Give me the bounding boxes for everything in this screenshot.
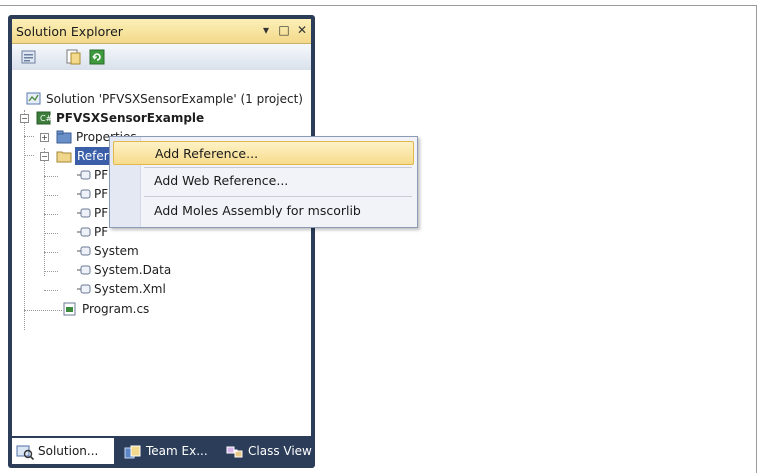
project-label: PFVSXSensorExample bbox=[56, 111, 205, 125]
references-label: Refer bbox=[75, 147, 111, 165]
properties-icon[interactable] bbox=[20, 48, 38, 66]
class-view-icon bbox=[226, 443, 244, 459]
menu-item-label: Add Moles Assembly for mscorlib bbox=[154, 203, 361, 218]
assembly-reference-icon bbox=[76, 282, 92, 296]
reference-label: PF bbox=[94, 206, 109, 220]
menu-item-add-reference[interactable]: Add Reference... bbox=[113, 141, 414, 165]
team-explorer-icon bbox=[124, 443, 142, 459]
csharp-project-icon: C# bbox=[36, 111, 53, 125]
solution-tree: Solution 'PFVSXSensorExample' (1 project… bbox=[12, 70, 311, 436]
reference-label: PF bbox=[94, 187, 109, 201]
tree-connector bbox=[24, 110, 25, 330]
tab-class-view[interactable]: Class View bbox=[222, 438, 312, 464]
solution-label: Solution 'PFVSXSensorExample' (1 project… bbox=[46, 92, 303, 106]
tab-solution-explorer[interactable]: Solution... bbox=[12, 438, 114, 464]
tree-node-solution[interactable]: Solution 'PFVSXSensorExample' (1 project… bbox=[26, 90, 306, 108]
assembly-reference-icon bbox=[76, 225, 92, 239]
context-menu: Add Reference... Add Web Reference... Ad… bbox=[109, 136, 418, 228]
menu-item-add-moles-assembly[interactable]: Add Moles Assembly for mscorlib bbox=[113, 199, 414, 223]
tree-connector bbox=[44, 233, 58, 234]
tree-node-project[interactable]: C# PFVSXSensorExample bbox=[36, 109, 296, 127]
tree-connector bbox=[24, 136, 34, 137]
reference-label: PF bbox=[94, 225, 109, 239]
assembly-reference-icon bbox=[76, 263, 92, 277]
menu-separator bbox=[144, 196, 412, 197]
menu-item-label: Add Web Reference... bbox=[154, 173, 289, 188]
menu-separator bbox=[144, 167, 412, 168]
frame-top-border bbox=[0, 5, 757, 6]
maximize-icon[interactable]: □ bbox=[276, 22, 292, 38]
tree-node-program[interactable]: Program.cs bbox=[62, 300, 202, 318]
expand-properties-icon[interactable]: + bbox=[40, 133, 49, 142]
close-icon[interactable]: ✕ bbox=[294, 22, 310, 38]
reference-label: System.Xml bbox=[94, 282, 166, 296]
tab-label: Team Ex... bbox=[146, 444, 208, 458]
solution-explorer-panel: Solution Explorer ▾ □ ✕ Solution 'PFVSXS… bbox=[8, 15, 315, 468]
assembly-reference-icon bbox=[76, 206, 92, 220]
references-folder-icon bbox=[56, 149, 72, 163]
panel-toolbar bbox=[12, 44, 311, 70]
reference-label: PF bbox=[94, 168, 109, 182]
assembly-reference-icon bbox=[76, 244, 92, 258]
collapse-project-icon[interactable]: − bbox=[20, 114, 29, 123]
menu-item-add-web-reference[interactable]: Add Web Reference... bbox=[113, 169, 414, 193]
panel-tab-bar: Solution... Team Ex... Class View bbox=[12, 438, 312, 464]
tab-label: Solution... bbox=[38, 444, 99, 458]
reference-label: System.Data bbox=[94, 263, 172, 277]
tree-connector bbox=[44, 271, 58, 272]
panel-title: Solution Explorer bbox=[16, 24, 123, 39]
tree-connector bbox=[44, 148, 45, 276]
properties-folder-icon bbox=[56, 130, 72, 144]
show-all-files-icon[interactable] bbox=[64, 48, 82, 66]
program-label: Program.cs bbox=[82, 302, 150, 316]
tree-node-reference-system-data[interactable]: System.Data bbox=[76, 261, 196, 279]
svg-text:C#: C# bbox=[40, 114, 52, 123]
csharp-file-icon bbox=[62, 302, 78, 316]
tree-connector bbox=[44, 195, 58, 196]
reference-label: System bbox=[94, 244, 139, 258]
menu-item-label: Add Reference... bbox=[155, 146, 259, 161]
assembly-reference-icon bbox=[76, 187, 92, 201]
tree-connector bbox=[44, 214, 58, 215]
tree-connector bbox=[44, 176, 58, 177]
solution-explorer-icon bbox=[16, 443, 35, 461]
tab-team-explorer[interactable]: Team Ex... bbox=[120, 438, 216, 464]
tab-label: Class View bbox=[248, 444, 312, 458]
tree-connector bbox=[24, 155, 34, 156]
tree-node-reference-system-xml[interactable]: System.Xml bbox=[76, 280, 196, 298]
collapse-references-icon[interactable]: − bbox=[40, 152, 49, 161]
tree-node-reference-system[interactable]: System bbox=[76, 242, 196, 260]
window-position-dropdown-icon[interactable]: ▾ bbox=[258, 22, 274, 38]
tree-connector bbox=[44, 290, 58, 291]
panel-title-bar[interactable]: Solution Explorer ▾ □ ✕ bbox=[12, 19, 311, 44]
tree-connector bbox=[24, 310, 62, 311]
solution-icon bbox=[26, 92, 42, 106]
tree-connector bbox=[44, 252, 58, 253]
refresh-icon[interactable] bbox=[88, 48, 106, 66]
assembly-reference-icon bbox=[76, 168, 92, 182]
